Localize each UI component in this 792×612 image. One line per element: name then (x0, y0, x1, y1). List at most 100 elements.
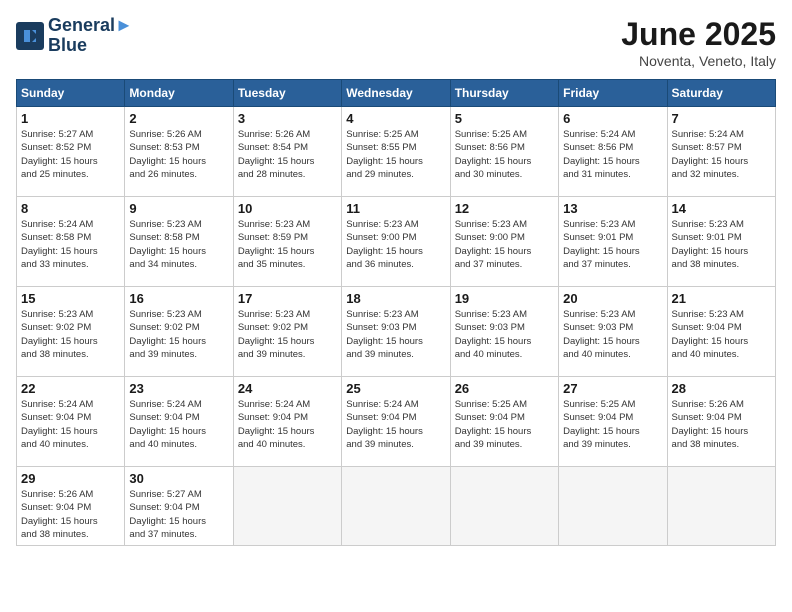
calendar-day-10: 10 Sunrise: 5:23 AMSunset: 8:59 PMDayligh… (233, 197, 341, 287)
calendar-day-28: 28Sunrise: 5:26 AMSunset: 9:04 PMDayligh… (667, 377, 775, 467)
calendar-day-8: 8 Sunrise: 5:24 AMSunset: 8:58 PMDaylight… (17, 197, 125, 287)
day-info: Sunrise: 5:25 AMSunset: 9:04 PMDaylight:… (455, 398, 554, 451)
calendar-day-empty (233, 467, 341, 546)
calendar-header-friday: Friday (559, 80, 667, 107)
day-number: 15 (21, 291, 120, 306)
calendar-day-7: 7 Sunrise: 5:24 AMSunset: 8:57 PMDaylight… (667, 107, 775, 197)
day-number: 21 (672, 291, 771, 306)
calendar-day-18: 18Sunrise: 5:23 AMSunset: 9:03 PMDayligh… (342, 287, 450, 377)
calendar-day-11: 11Sunrise: 5:23 AMSunset: 9:00 PMDayligh… (342, 197, 450, 287)
day-info: Sunrise: 5:24 AMSunset: 9:04 PMDaylight:… (21, 398, 120, 451)
day-number: 4 (346, 111, 445, 126)
calendar-day-16: 16 Sunrise: 5:23 AMSunset: 9:02 PMDayligh… (125, 287, 233, 377)
day-number: 20 (563, 291, 662, 306)
calendar-day-17: 17 Sunrise: 5:23 AMSunset: 9:02 PMDayligh… (233, 287, 341, 377)
calendar-day-5: 5Sunrise: 5:25 AMSunset: 8:56 PMDaylight… (450, 107, 558, 197)
day-info: Sunrise: 5:23 AMSunset: 9:00 PMDaylight:… (346, 218, 445, 271)
day-number: 24 (238, 381, 337, 396)
page-header: General► Blue June 2025 Noventa, Veneto,… (16, 16, 776, 69)
day-info: Sunrise: 5:26 AMSunset: 8:53 PMDaylight:… (129, 128, 228, 181)
calendar-day-20: 20 Sunrise: 5:23 AMSunset: 9:03 PMDayligh… (559, 287, 667, 377)
day-info: Sunrise: 5:23 AMSunset: 9:03 PMDaylight:… (563, 308, 662, 361)
calendar-week-5: 29 Sunrise: 5:26 AMSunset: 9:04 PMDayligh… (17, 467, 776, 546)
day-number: 27 (563, 381, 662, 396)
calendar-header-row: SundayMondayTuesdayWednesdayThursdayFrid… (17, 80, 776, 107)
day-number: 23 (129, 381, 228, 396)
day-number: 7 (672, 111, 771, 126)
calendar-header-thursday: Thursday (450, 80, 558, 107)
day-info: Sunrise: 5:25 AMSunset: 9:04 PMDaylight:… (563, 398, 662, 451)
day-number: 26 (455, 381, 554, 396)
day-number: 18 (346, 291, 445, 306)
day-info: Sunrise: 5:24 AMSunset: 9:04 PMDaylight:… (238, 398, 337, 451)
calendar-header-sunday: Sunday (17, 80, 125, 107)
logo: General► Blue (16, 16, 133, 56)
day-number: 16 (129, 291, 228, 306)
day-number: 12 (455, 201, 554, 216)
day-info: Sunrise: 5:23 AMSunset: 8:58 PMDaylight:… (129, 218, 228, 271)
calendar-day-19: 19 Sunrise: 5:23 AMSunset: 9:03 PMDayligh… (450, 287, 558, 377)
calendar-week-2: 8 Sunrise: 5:24 AMSunset: 8:58 PMDaylight… (17, 197, 776, 287)
calendar-week-1: 1Sunrise: 5:27 AMSunset: 8:52 PMDaylight… (17, 107, 776, 197)
calendar-day-9: 9 Sunrise: 5:23 AMSunset: 8:58 PMDaylight… (125, 197, 233, 287)
day-info: Sunrise: 5:23 AMSunset: 9:02 PMDaylight:… (238, 308, 337, 361)
day-info: Sunrise: 5:26 AMSunset: 9:04 PMDaylight:… (21, 488, 120, 541)
day-info: Sunrise: 5:23 AMSunset: 9:02 PMDaylight:… (129, 308, 228, 361)
day-info: Sunrise: 5:23 AMSunset: 9:03 PMDaylight:… (455, 308, 554, 361)
calendar-day-3: 3 Sunrise: 5:26 AMSunset: 8:54 PMDaylight… (233, 107, 341, 197)
day-info: Sunrise: 5:23 AMSunset: 9:01 PMDaylight:… (672, 218, 771, 271)
day-number: 29 (21, 471, 120, 486)
day-info: Sunrise: 5:23 AMSunset: 8:59 PMDaylight:… (238, 218, 337, 271)
calendar-day-14: 14 Sunrise: 5:23 AMSunset: 9:01 PMDayligh… (667, 197, 775, 287)
calendar-header-wednesday: Wednesday (342, 80, 450, 107)
day-number: 19 (455, 291, 554, 306)
calendar-day-empty (667, 467, 775, 546)
calendar-day-15: 15 Sunrise: 5:23 AMSunset: 9:02 PMDayligh… (17, 287, 125, 377)
calendar-day-6: 6Sunrise: 5:24 AMSunset: 8:56 PMDaylight… (559, 107, 667, 197)
calendar-week-4: 22 Sunrise: 5:24 AMSunset: 9:04 PMDayligh… (17, 377, 776, 467)
calendar-day-22: 22 Sunrise: 5:24 AMSunset: 9:04 PMDayligh… (17, 377, 125, 467)
calendar-header-saturday: Saturday (667, 80, 775, 107)
day-info: Sunrise: 5:25 AMSunset: 8:55 PMDaylight:… (346, 128, 445, 181)
day-info: Sunrise: 5:26 AMSunset: 8:54 PMDaylight:… (238, 128, 337, 181)
day-number: 13 (563, 201, 662, 216)
day-number: 17 (238, 291, 337, 306)
calendar-header-monday: Monday (125, 80, 233, 107)
calendar-day-25: 25 Sunrise: 5:24 AMSunset: 9:04 PMDayligh… (342, 377, 450, 467)
calendar-day-4: 4 Sunrise: 5:25 AMSunset: 8:55 PMDaylight… (342, 107, 450, 197)
day-info: Sunrise: 5:26 AMSunset: 9:04 PMDaylight:… (672, 398, 771, 451)
day-info: Sunrise: 5:24 AMSunset: 8:58 PMDaylight:… (21, 218, 120, 271)
logo-icon (16, 22, 44, 50)
calendar-day-24: 24 Sunrise: 5:24 AMSunset: 9:04 PMDayligh… (233, 377, 341, 467)
day-number: 2 (129, 111, 228, 126)
day-info: Sunrise: 5:25 AMSunset: 8:56 PMDaylight:… (455, 128, 554, 181)
month-title: June 2025 (621, 16, 776, 53)
day-info: Sunrise: 5:24 AMSunset: 9:04 PMDaylight:… (346, 398, 445, 451)
calendar-day-12: 12Sunrise: 5:23 AMSunset: 9:00 PMDayligh… (450, 197, 558, 287)
day-info: Sunrise: 5:24 AMSunset: 8:57 PMDaylight:… (672, 128, 771, 181)
location: Noventa, Veneto, Italy (621, 53, 776, 69)
calendar-day-empty (450, 467, 558, 546)
day-number: 8 (21, 201, 120, 216)
day-number: 9 (129, 201, 228, 216)
day-number: 10 (238, 201, 337, 216)
calendar-day-27: 27 Sunrise: 5:25 AMSunset: 9:04 PMDayligh… (559, 377, 667, 467)
day-number: 3 (238, 111, 337, 126)
calendar-body: 1Sunrise: 5:27 AMSunset: 8:52 PMDaylight… (17, 107, 776, 546)
day-number: 6 (563, 111, 662, 126)
calendar-day-23: 23Sunrise: 5:24 AMSunset: 9:04 PMDayligh… (125, 377, 233, 467)
calendar-day-26: 26 Sunrise: 5:25 AMSunset: 9:04 PMDayligh… (450, 377, 558, 467)
calendar-day-1: 1Sunrise: 5:27 AMSunset: 8:52 PMDaylight… (17, 107, 125, 197)
day-number: 14 (672, 201, 771, 216)
calendar-day-30: 30Sunrise: 5:27 AMSunset: 9:04 PMDayligh… (125, 467, 233, 546)
day-info: Sunrise: 5:23 AMSunset: 9:02 PMDaylight:… (21, 308, 120, 361)
calendar-week-3: 15 Sunrise: 5:23 AMSunset: 9:02 PMDayligh… (17, 287, 776, 377)
title-block: June 2025 Noventa, Veneto, Italy (621, 16, 776, 69)
calendar-day-empty (559, 467, 667, 546)
day-number: 25 (346, 381, 445, 396)
logo-text: General► Blue (48, 16, 133, 56)
calendar-table: SundayMondayTuesdayWednesdayThursdayFrid… (16, 79, 776, 546)
day-info: Sunrise: 5:27 AMSunset: 9:04 PMDaylight:… (129, 488, 228, 541)
day-number: 22 (21, 381, 120, 396)
calendar-day-13: 13Sunrise: 5:23 AMSunset: 9:01 PMDayligh… (559, 197, 667, 287)
